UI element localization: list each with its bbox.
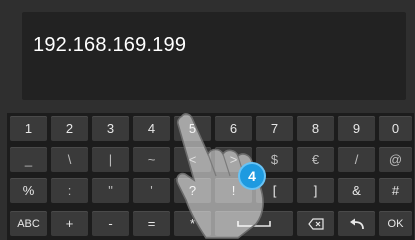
key-pipe[interactable]: | <box>92 147 129 172</box>
key-right-bracket[interactable]: ] <box>297 178 334 203</box>
on-screen-keyboard: 1 2 3 4 5 6 7 8 9 0 _ \ | ~ < > $ € / @ … <box>7 113 414 240</box>
key-minus[interactable]: - <box>92 211 129 236</box>
keyboard-row-numbers: 1 2 3 4 5 6 7 8 9 0 <box>7 116 414 141</box>
key-plus[interactable]: + <box>51 211 88 236</box>
key-backslash[interactable]: \ <box>51 147 88 172</box>
key-3[interactable]: 3 <box>92 116 129 141</box>
key-hash[interactable]: # <box>379 178 412 203</box>
ip-address-value: 192.168.169.199 <box>33 34 187 56</box>
key-8[interactable]: 8 <box>297 116 334 141</box>
keyboard-row-symbols-1: _ \ | ~ < > $ € / @ <box>7 147 414 172</box>
key-9[interactable]: 9 <box>338 116 375 141</box>
key-4[interactable]: 4 <box>133 116 170 141</box>
keyboard-row-symbols-2: % : " ' ? ! [ ] & # <box>7 178 414 203</box>
key-2[interactable]: 2 <box>51 116 88 141</box>
return-arrow-icon <box>349 218 365 230</box>
key-0[interactable]: 0 <box>379 116 412 141</box>
space-bar-key[interactable] <box>215 211 293 236</box>
key-slash[interactable]: / <box>338 147 375 172</box>
step-number-badge: 4 <box>240 164 264 188</box>
ip-address-display[interactable]: 192.168.169.199 <box>22 12 406 100</box>
key-7[interactable]: 7 <box>256 116 293 141</box>
keyboard-screen: 192.168.169.199 1 2 3 4 5 6 7 8 9 0 _ \ … <box>0 0 415 240</box>
key-asterisk[interactable]: * <box>174 211 211 236</box>
key-5[interactable]: 5 <box>174 116 211 141</box>
key-at[interactable]: @ <box>379 147 412 172</box>
key-percent[interactable]: % <box>10 178 47 203</box>
ok-button[interactable]: OK <box>379 211 412 236</box>
abc-mode-button[interactable]: ABC <box>10 211 47 236</box>
keyboard-row-actions: ABC + - = * OK <box>7 211 414 236</box>
enter-key[interactable] <box>338 211 375 236</box>
key-question[interactable]: ? <box>174 178 211 203</box>
key-tilde[interactable]: ~ <box>133 147 170 172</box>
key-less-than[interactable]: < <box>174 147 211 172</box>
backspace-key[interactable] <box>297 211 334 236</box>
space-bar-icon <box>237 220 271 228</box>
key-euro[interactable]: € <box>297 147 334 172</box>
key-ampersand[interactable]: & <box>338 178 375 203</box>
key-underscore[interactable]: _ <box>10 147 47 172</box>
key-equals[interactable]: = <box>133 211 170 236</box>
key-double-quote[interactable]: " <box>92 178 129 203</box>
key-1[interactable]: 1 <box>10 116 47 141</box>
backspace-icon <box>307 217 324 230</box>
key-apostrophe[interactable]: ' <box>133 178 170 203</box>
key-colon[interactable]: : <box>51 178 88 203</box>
key-6[interactable]: 6 <box>215 116 252 141</box>
